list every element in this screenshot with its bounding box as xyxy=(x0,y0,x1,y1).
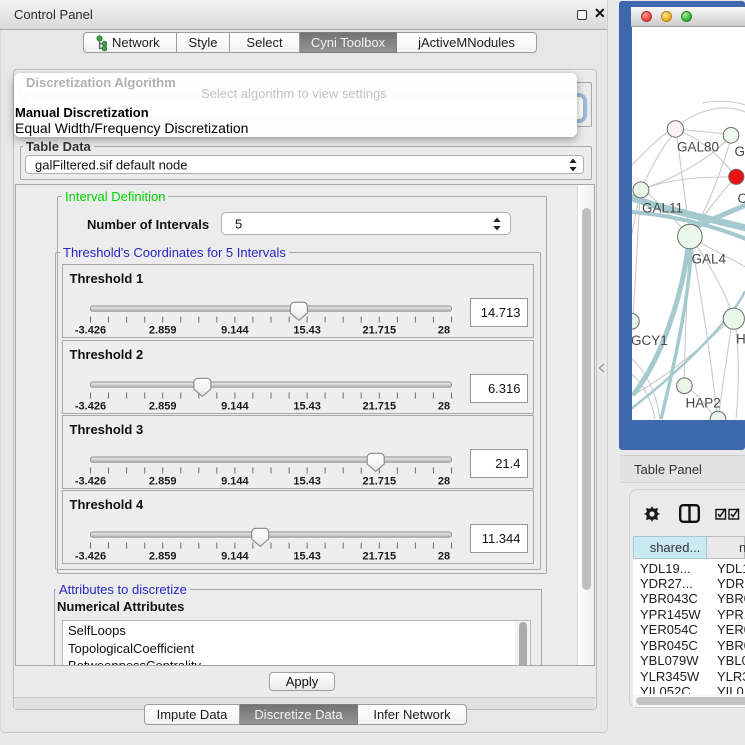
svg-text:-3.426: -3.426 xyxy=(74,476,105,488)
svg-text:2.859: 2.859 xyxy=(148,401,176,413)
svg-text:9.144: 9.144 xyxy=(221,551,249,563)
svg-text:CYC: CYC xyxy=(738,191,745,206)
svg-text:GAL4: GAL4 xyxy=(692,252,727,267)
svg-text:9.144: 9.144 xyxy=(221,401,249,413)
svg-text:HIS: HIS xyxy=(736,332,745,347)
svg-text:28: 28 xyxy=(437,325,449,337)
svg-text:-3.426: -3.426 xyxy=(74,551,105,563)
svg-text:GAL11: GAL11 xyxy=(642,201,683,216)
svg-text:21.715: 21.715 xyxy=(362,401,396,413)
svg-text:15.43: 15.43 xyxy=(293,476,321,488)
svg-text:-3.426: -3.426 xyxy=(74,401,105,413)
svg-text:9.144: 9.144 xyxy=(221,476,249,488)
svg-text:28: 28 xyxy=(437,551,449,563)
svg-text:28: 28 xyxy=(437,401,449,413)
svg-text:21.715: 21.715 xyxy=(362,325,396,337)
svg-text:GCY1: GCY1 xyxy=(632,333,668,348)
svg-text:2.859: 2.859 xyxy=(148,325,176,337)
svg-text:GAL: GAL xyxy=(735,144,745,159)
svg-text:2.859: 2.859 xyxy=(148,476,176,488)
svg-text:HAP2: HAP2 xyxy=(686,396,721,411)
svg-text:21.715: 21.715 xyxy=(362,476,396,488)
svg-text:15.43: 15.43 xyxy=(293,551,321,563)
svg-text:9.144: 9.144 xyxy=(221,325,249,337)
svg-text:GAL80: GAL80 xyxy=(677,140,719,155)
svg-text:15.43: 15.43 xyxy=(293,325,321,337)
svg-text:28: 28 xyxy=(437,476,449,488)
svg-text:21.715: 21.715 xyxy=(362,551,396,563)
svg-text:2.859: 2.859 xyxy=(148,551,176,563)
svg-text:-3.426: -3.426 xyxy=(74,325,105,337)
svg-text:15.43: 15.43 xyxy=(293,401,321,413)
